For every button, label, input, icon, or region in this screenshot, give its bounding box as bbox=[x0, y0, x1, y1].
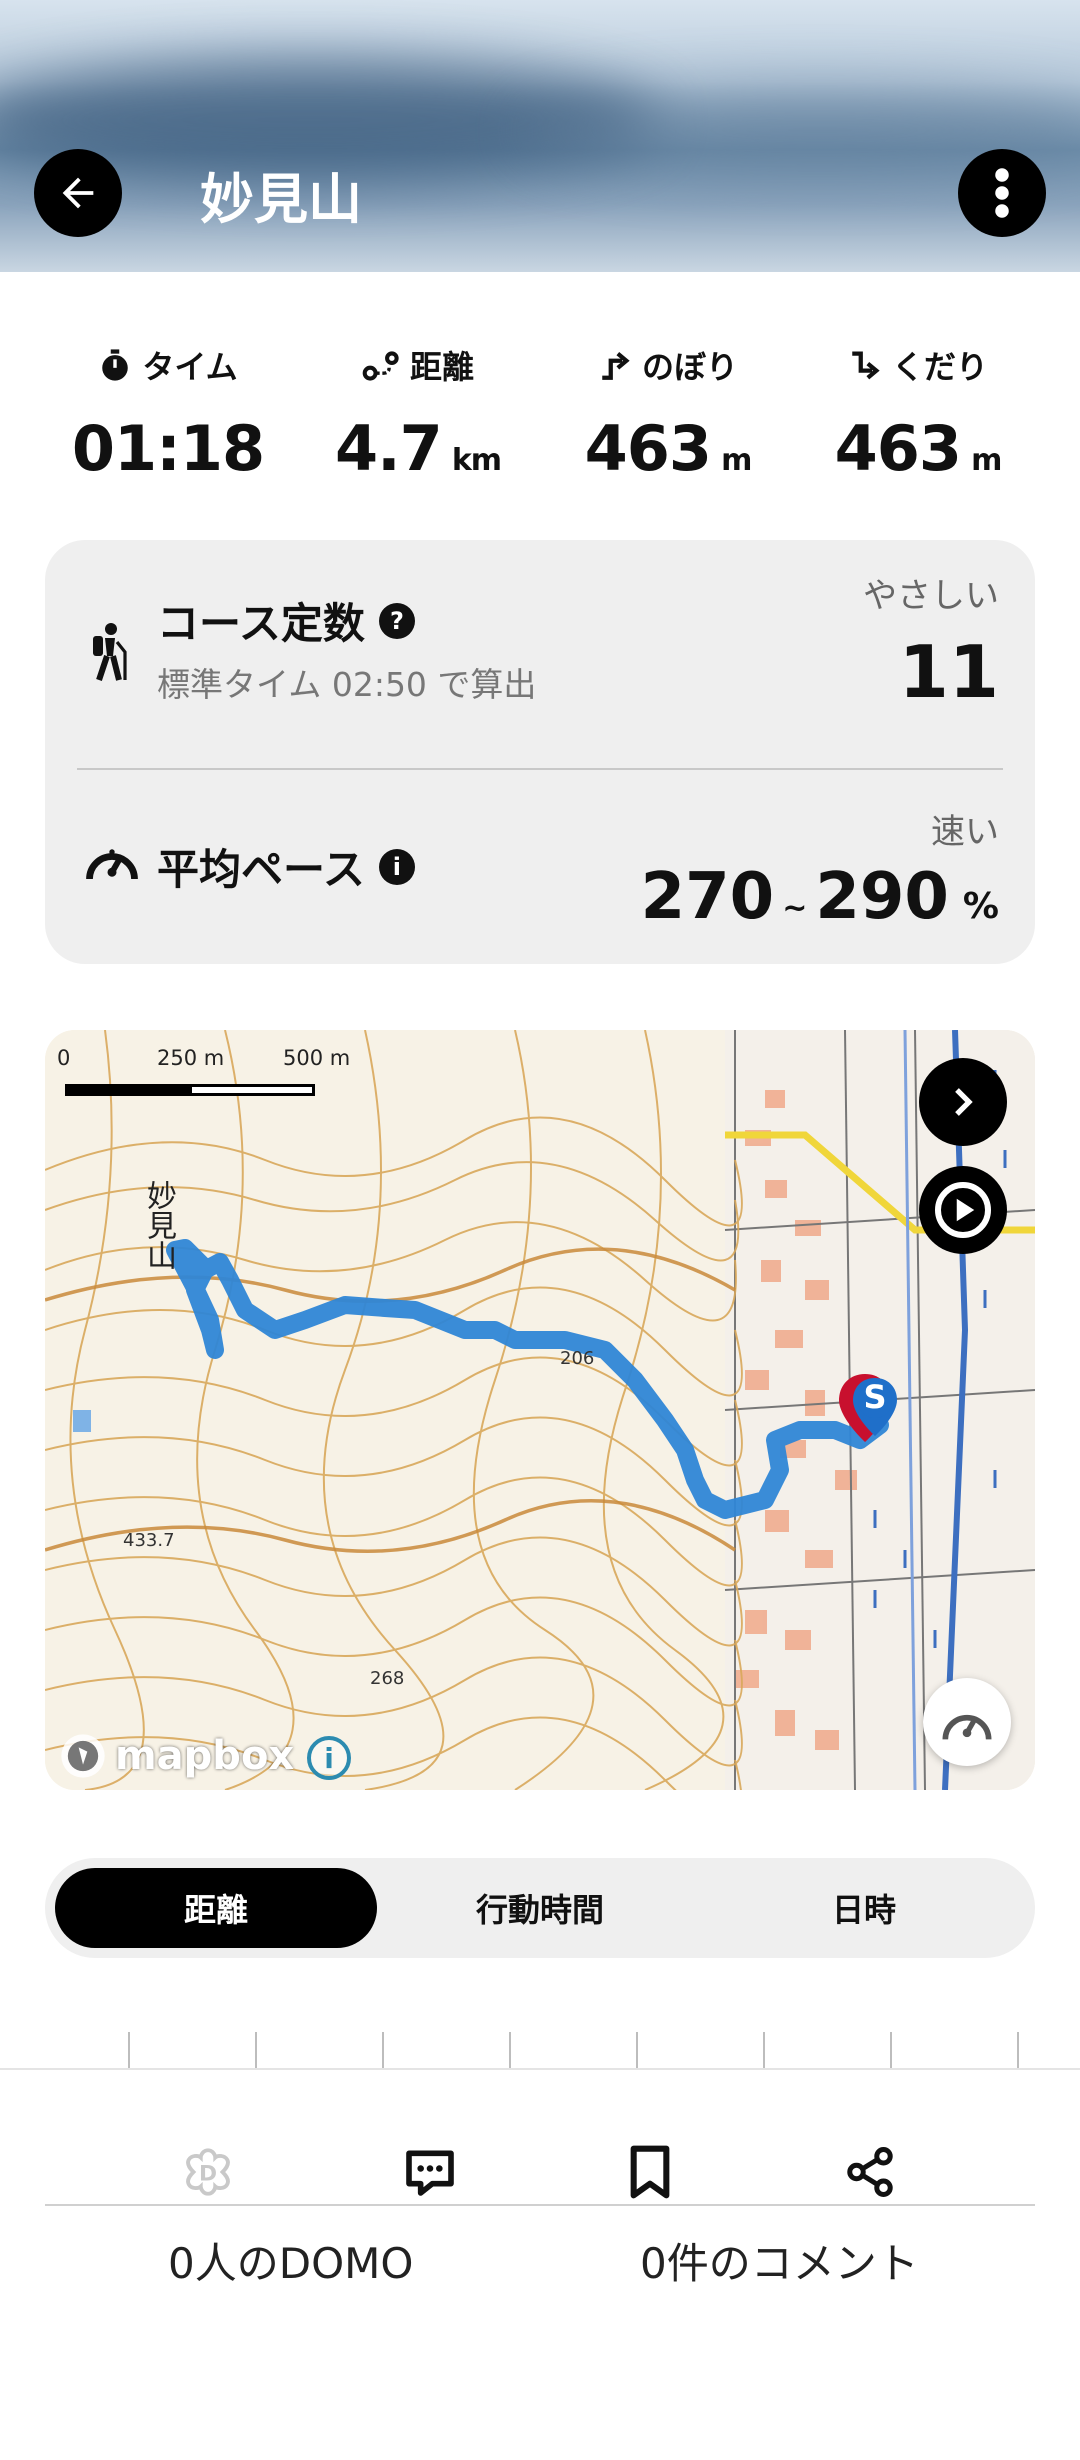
map-scale: 0 250 m 500 m bbox=[55, 1038, 355, 1098]
course-info-card: コース定数 ? 標準タイム 02:50 で算出 やさしい 11 平均ペース i … bbox=[45, 540, 1035, 964]
svg-text:D: D bbox=[199, 2161, 217, 2186]
info-icon[interactable]: i bbox=[378, 848, 415, 885]
play-circle-icon bbox=[935, 1182, 991, 1238]
start-marker-label: S bbox=[863, 1378, 887, 1416]
speedometer-icon bbox=[86, 849, 138, 880]
course-constant-label: コース定数 ? bbox=[157, 590, 415, 651]
map-speed-button[interactable] bbox=[923, 1678, 1011, 1766]
course-constant-value: 11 bbox=[898, 630, 999, 714]
stat-ascent: のぼり 463 m bbox=[543, 340, 793, 485]
average-pace-text: 平均ペース bbox=[157, 845, 365, 894]
chevron-right-icon bbox=[955, 1088, 973, 1116]
course-difficulty: やさしい bbox=[863, 576, 999, 616]
stat-time: タイム 01:18 bbox=[43, 340, 293, 485]
scale-label-0: 0 bbox=[57, 1046, 71, 1070]
more-menu-button[interactable] bbox=[958, 149, 1046, 237]
chart-tabs: 距離 行動時間 日時 bbox=[45, 1858, 1035, 1958]
comment-icon bbox=[406, 2150, 454, 2196]
stat-descent-value: 463 bbox=[834, 412, 962, 485]
pace-speed-label: 速い bbox=[931, 812, 999, 852]
course-constant-text: コース定数 bbox=[157, 599, 365, 648]
stat-ascent-value: 463 bbox=[584, 412, 712, 485]
header: 妙見山 bbox=[0, 0, 1080, 272]
scale-bar bbox=[65, 1084, 315, 1096]
average-pace-label: 平均ペース i bbox=[157, 836, 415, 897]
help-icon[interactable]: ? bbox=[378, 602, 415, 639]
stopwatch-icon bbox=[102, 349, 129, 381]
scale-label-250: 250 m bbox=[157, 1046, 225, 1070]
pace-range: 270 ~ 290 % bbox=[641, 860, 999, 934]
stat-time-label: タイム bbox=[142, 348, 238, 386]
mapbox-logo-icon bbox=[61, 1734, 105, 1778]
bottom-action-bar: D 0人のDOMO 0件のコメント bbox=[0, 2068, 1080, 2460]
stat-descent-label: くだり bbox=[891, 348, 988, 386]
route-map[interactable]: 妙見山 206 433.7 268 0 250 m 500 m S mapbox… bbox=[45, 1030, 1035, 1790]
speedometer-icon bbox=[942, 1714, 992, 1740]
domo-button[interactable]: D bbox=[168, 2132, 248, 2212]
pace-unit: % bbox=[962, 886, 999, 927]
more-vertical-icon bbox=[995, 168, 1009, 218]
bookmark-button[interactable] bbox=[610, 2132, 690, 2212]
start-marker[interactable]: S bbox=[835, 1370, 905, 1450]
tab-activity-time[interactable]: 行動時間 bbox=[379, 1868, 701, 1948]
stat-descent: くだり 463 m bbox=[793, 340, 1043, 485]
peak-label: 妙見山 bbox=[141, 1180, 176, 1270]
hiker-icon bbox=[93, 623, 127, 681]
spot-height-206: 206 bbox=[560, 1348, 595, 1369]
chart-axis-ticks bbox=[0, 2032, 1080, 2068]
comment-count[interactable]: 0件のコメント bbox=[640, 2230, 919, 2291]
stat-time-value: 01:18 bbox=[71, 412, 265, 485]
domo-count[interactable]: 0人のDOMO bbox=[168, 2230, 413, 2291]
descent-icon bbox=[852, 351, 880, 380]
page-title: 妙見山 bbox=[200, 168, 362, 231]
stats-row: タイム 01:18 距離 4.7 km のぼり 463 m くだり 463 m bbox=[0, 340, 1080, 490]
bookmark-icon bbox=[630, 2145, 670, 2199]
pace-min: 270 bbox=[640, 860, 775, 934]
map-next-button[interactable] bbox=[919, 1058, 1007, 1146]
pace-max: 290 bbox=[815, 860, 949, 934]
scale-label-500: 500 m bbox=[283, 1046, 351, 1070]
tab-datetime[interactable]: 日時 bbox=[703, 1868, 1025, 1948]
stat-distance: 距離 4.7 km bbox=[293, 340, 543, 485]
domo-flower-icon: D bbox=[186, 2148, 230, 2196]
route-icon bbox=[362, 351, 399, 381]
stat-distance-value: 4.7 bbox=[334, 412, 443, 485]
attribution-info-button[interactable]: i bbox=[307, 1736, 351, 1780]
course-standard-time: 標準タイム 02:50 で算出 bbox=[157, 665, 537, 704]
stat-ascent-label: のぼり bbox=[641, 348, 738, 386]
ascent-icon bbox=[602, 352, 630, 380]
mapbox-logo[interactable]: mapbox bbox=[57, 1730, 294, 1782]
spot-height-433: 433.7 bbox=[123, 1530, 175, 1551]
share-icon bbox=[847, 2147, 893, 2197]
comment-button[interactable] bbox=[390, 2132, 470, 2212]
stat-distance-label: 距離 bbox=[409, 348, 474, 386]
bottom-divider bbox=[45, 2204, 1035, 2206]
spot-height-268: 268 bbox=[370, 1668, 405, 1689]
stat-ascent-unit: m bbox=[721, 443, 752, 478]
card-divider bbox=[77, 768, 1003, 770]
pace-tilde: ~ bbox=[782, 891, 808, 926]
map-play-button[interactable] bbox=[919, 1166, 1007, 1254]
stat-distance-unit: km bbox=[451, 443, 502, 478]
mapbox-text: mapbox bbox=[115, 1733, 295, 1779]
arrow-left-icon bbox=[62, 177, 94, 209]
share-button[interactable] bbox=[830, 2132, 910, 2212]
back-button[interactable] bbox=[34, 149, 122, 237]
stat-descent-unit: m bbox=[971, 443, 1002, 478]
tab-distance[interactable]: 距離 bbox=[55, 1868, 377, 1948]
